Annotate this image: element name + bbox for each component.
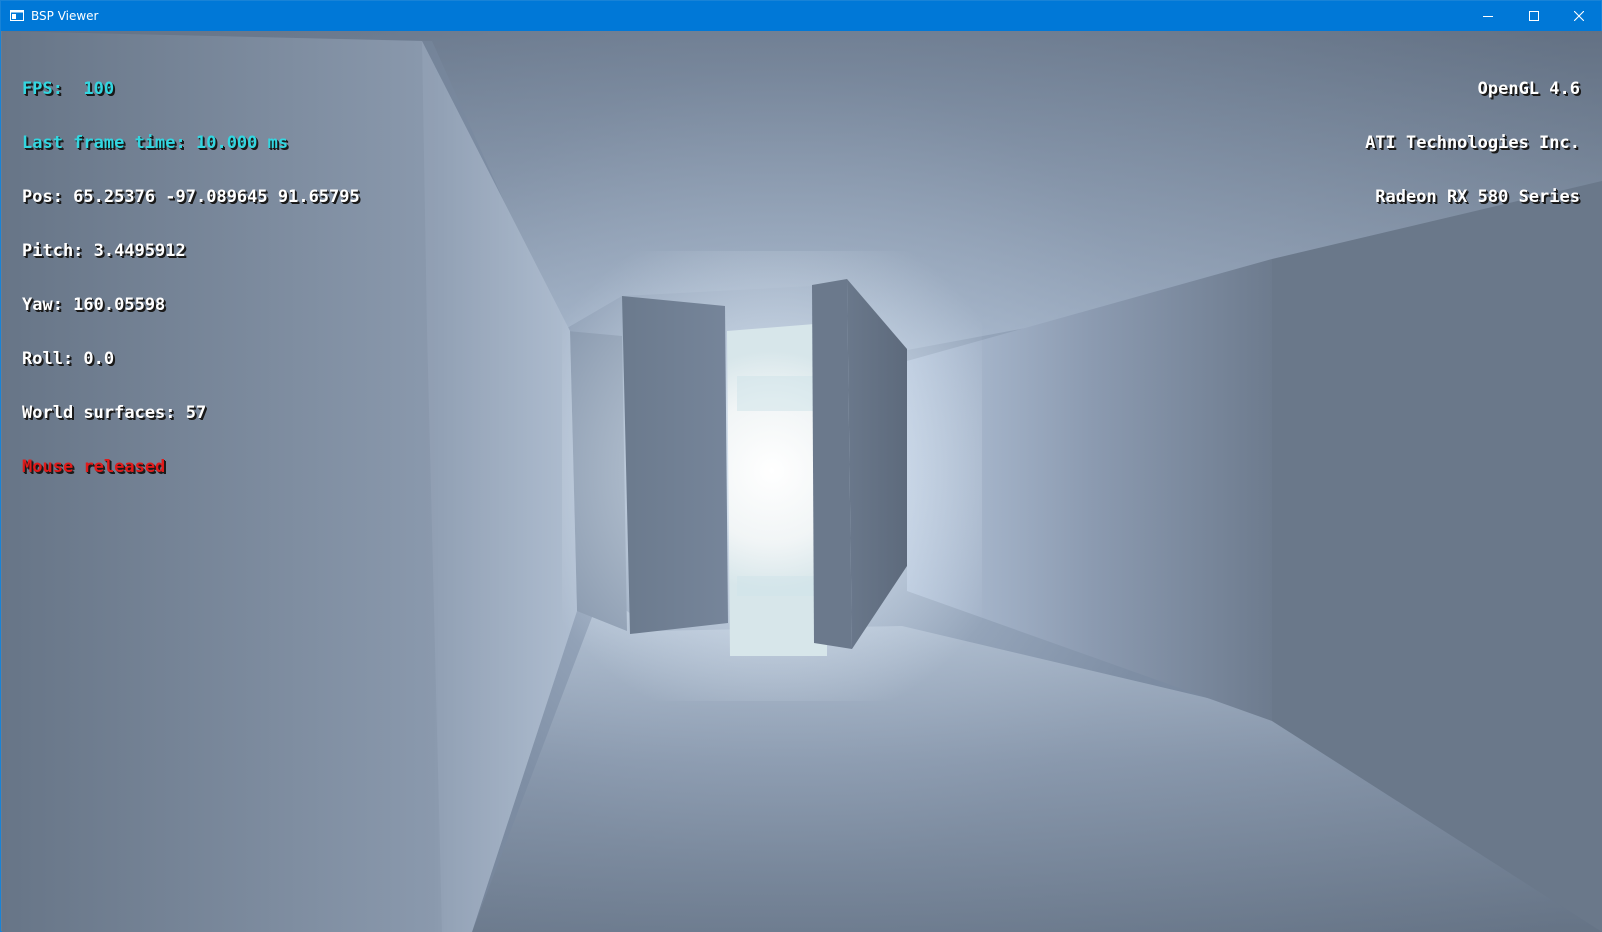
app-window: BSP Viewer FPS: 100 Last frame time: 10.… [0, 0, 1602, 932]
renderer-vendor-label: ATI Technologies Inc. [1365, 133, 1580, 153]
position-readout: Pos: 65.25376 -97.089645 91.65795 [22, 187, 360, 207]
title-bar[interactable]: BSP Viewer [1, 1, 1601, 31]
roll-readout: Roll: 0.0 [22, 349, 115, 369]
minimize-icon [1483, 16, 1493, 17]
renderer-device-label: Radeon RX 580 Series [1375, 187, 1580, 207]
yaw-readout: Yaw: 160.05598 [22, 295, 166, 315]
world-surfaces-readout: World surfaces: 57 [22, 403, 207, 423]
mouse-status-readout: Mouse released [22, 457, 166, 477]
frame-time-readout: Last frame time: 10.000 ms [22, 133, 289, 153]
fps-readout: FPS: 100 [22, 79, 115, 99]
maximize-button[interactable] [1511, 1, 1557, 31]
maximize-icon [1529, 11, 1539, 21]
minimize-button[interactable] [1465, 1, 1511, 31]
hud-stats-panel: FPS: 100 Last frame time: 10.000 ms Pos:… [22, 44, 360, 512]
close-button[interactable] [1556, 1, 1602, 31]
renderer-api-label: OpenGL 4.6 [1477, 79, 1580, 99]
hud-renderer-panel: OpenGL 4.6 ATI Technologies Inc. Radeon … [1365, 44, 1580, 242]
app-window-icon [10, 10, 24, 21]
window-title: BSP Viewer [31, 9, 99, 23]
render-viewport[interactable]: FPS: 100 Last frame time: 10.000 ms Pos:… [2, 31, 1602, 932]
pitch-readout: Pitch: 3.4495912 [22, 241, 186, 261]
close-icon [1574, 11, 1584, 21]
